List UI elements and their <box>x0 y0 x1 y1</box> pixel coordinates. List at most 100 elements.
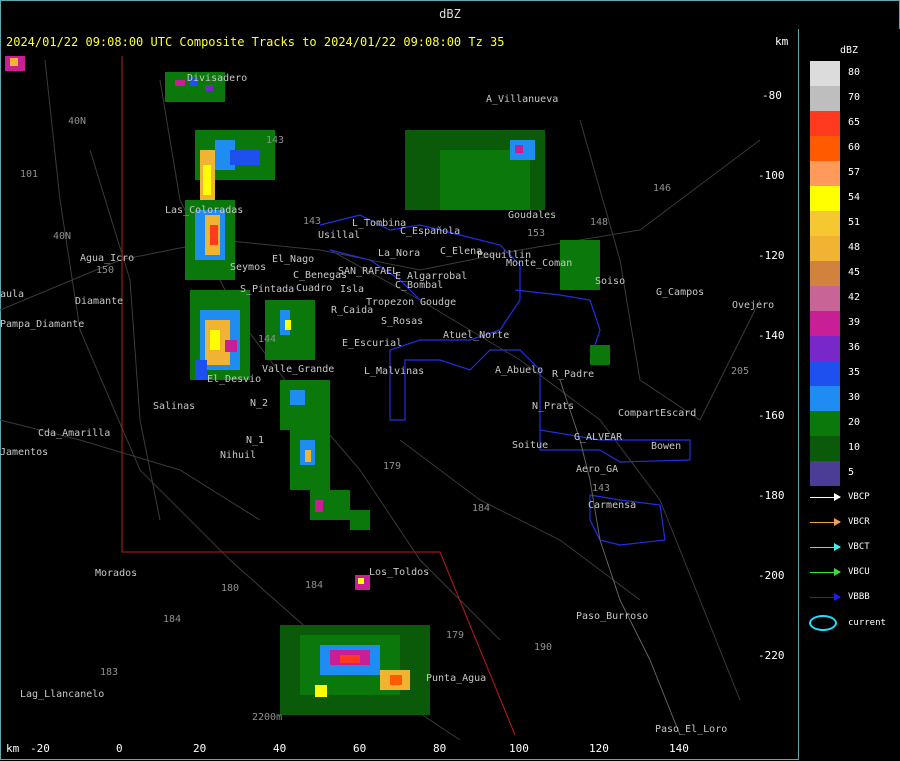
route-number: 184 <box>305 580 324 591</box>
y-tick: -140 <box>758 329 785 342</box>
place-label: C_Elena <box>440 246 483 257</box>
place-label: C_Bombal <box>395 280 444 291</box>
legend-value: 60 <box>848 142 861 153</box>
route-number: 2200m <box>252 712 283 723</box>
place-label: Atuel_Norte <box>443 330 510 341</box>
legend-swatch-80 <box>810 61 840 86</box>
place-label: Punta_Agua <box>426 673 487 684</box>
place-label: Divisadero <box>187 73 248 84</box>
track-label: VBCT <box>848 542 870 552</box>
place-label: Jamentos <box>0 447 49 458</box>
track-label: VBCR <box>848 517 870 527</box>
place-label: El_Nago <box>272 254 315 265</box>
place-label: Morados <box>95 568 138 579</box>
legend-swatch-30 <box>810 386 840 411</box>
radar-map[interactable] <box>0 0 900 761</box>
legend-swatch-60 <box>810 136 840 161</box>
route-number: 205 <box>731 366 750 377</box>
current-label: current <box>848 618 886 628</box>
place-label: Las_Coloradas <box>165 205 244 216</box>
y-tick: -80 <box>762 89 782 102</box>
place-label: Cuadro <box>296 283 333 294</box>
y-tick: -220 <box>758 649 785 662</box>
legend-value: 54 <box>848 192 861 203</box>
radar-echo-central-band <box>265 300 370 530</box>
route-number: 40N <box>53 231 72 242</box>
place-label: N_1 <box>246 435 265 446</box>
route-number: 143 <box>592 483 611 494</box>
place-label: Goudales <box>508 210 557 221</box>
place-label: L_Malvinas <box>364 366 425 377</box>
route-number: 146 <box>653 183 672 194</box>
legend-swatch-5 <box>810 461 840 486</box>
track-label: VBCP <box>848 492 870 502</box>
place-label: Bowen <box>651 441 682 452</box>
legend-value: 36 <box>848 342 861 353</box>
km-label-top: km <box>775 35 789 48</box>
place-label: Pampa_Diamante <box>0 319 85 330</box>
legend-value: 51 <box>848 217 861 228</box>
legend-value: 80 <box>848 67 861 78</box>
legend-value: 57 <box>848 167 861 178</box>
legend-value: 35 <box>848 367 861 378</box>
route-number: 101 <box>20 169 39 180</box>
place-label: Paso_Burroso <box>576 611 649 622</box>
place-label: C_Española <box>400 226 461 237</box>
place-label: Salinas <box>153 401 196 412</box>
km-label-bottom: km <box>6 742 20 755</box>
place-label: R_Caida <box>331 305 374 316</box>
legend-swatch-39 <box>810 311 840 336</box>
x-tick: 20 <box>193 742 207 755</box>
x-tick: 140 <box>669 742 689 755</box>
x-tick: 120 <box>589 742 609 755</box>
route-number: 179 <box>446 630 465 641</box>
legend-swatch-54 <box>810 186 840 211</box>
route-number: 184 <box>472 503 491 514</box>
place-label: Goudge <box>420 297 457 308</box>
route-number: 150 <box>96 265 115 276</box>
place-label: Lag_Llancanelo <box>20 689 105 700</box>
y-tick: -100 <box>758 169 785 182</box>
route-number: 143 <box>266 135 285 146</box>
place-label: G_ALVEAR <box>574 432 623 443</box>
place-label: S_Pintada <box>240 284 295 295</box>
legend-swatch-10 <box>810 436 840 461</box>
legend-value: 10 <box>848 442 861 453</box>
legend-swatch-20 <box>810 411 840 436</box>
arrow-icon <box>834 593 841 601</box>
route-number: 190 <box>534 642 553 653</box>
route-number: 184 <box>163 614 182 625</box>
place-label: Carmensa <box>588 500 637 511</box>
place-label: G_Campos <box>656 287 705 298</box>
arrow-icon <box>834 543 841 551</box>
legend-swatch-35 <box>810 361 840 386</box>
legend-value: 65 <box>848 117 861 128</box>
place-label: SAN_RAFAEL <box>338 266 399 277</box>
place-label: Monte_Coman <box>506 258 573 269</box>
route-number: 183 <box>100 667 119 678</box>
x-tick: -20 <box>30 742 50 755</box>
radar-echo-south <box>280 575 430 715</box>
x-tick: 0 <box>116 742 123 755</box>
x-tick: 60 <box>353 742 367 755</box>
legend-value: 5 <box>848 467 855 478</box>
department-boundaries <box>319 214 691 546</box>
y-tick: -200 <box>758 569 785 582</box>
place-label: Valle_Grande <box>262 364 335 375</box>
legend-value: 48 <box>848 242 861 253</box>
legend-title: dBZ <box>840 45 859 56</box>
legend-value: 39 <box>848 317 861 328</box>
place-label: Isla <box>340 284 365 295</box>
legend-value: 70 <box>848 92 861 103</box>
map-title: 2024/01/22 09:08:00 UTC Composite Tracks… <box>6 35 505 49</box>
place-label: Nihuil <box>220 450 257 461</box>
x-tick: 80 <box>433 742 447 755</box>
place-label: Aero_GA <box>576 464 619 475</box>
route-number: 148 <box>590 217 609 228</box>
place-label: A_Villanueva <box>486 94 559 105</box>
place-label: Usillal <box>318 230 361 241</box>
place-label: Ovejero <box>732 300 775 311</box>
place-label: A_Abuelo <box>495 365 544 376</box>
current-track-icon <box>809 615 837 631</box>
place-label: N_Prats <box>532 401 575 412</box>
